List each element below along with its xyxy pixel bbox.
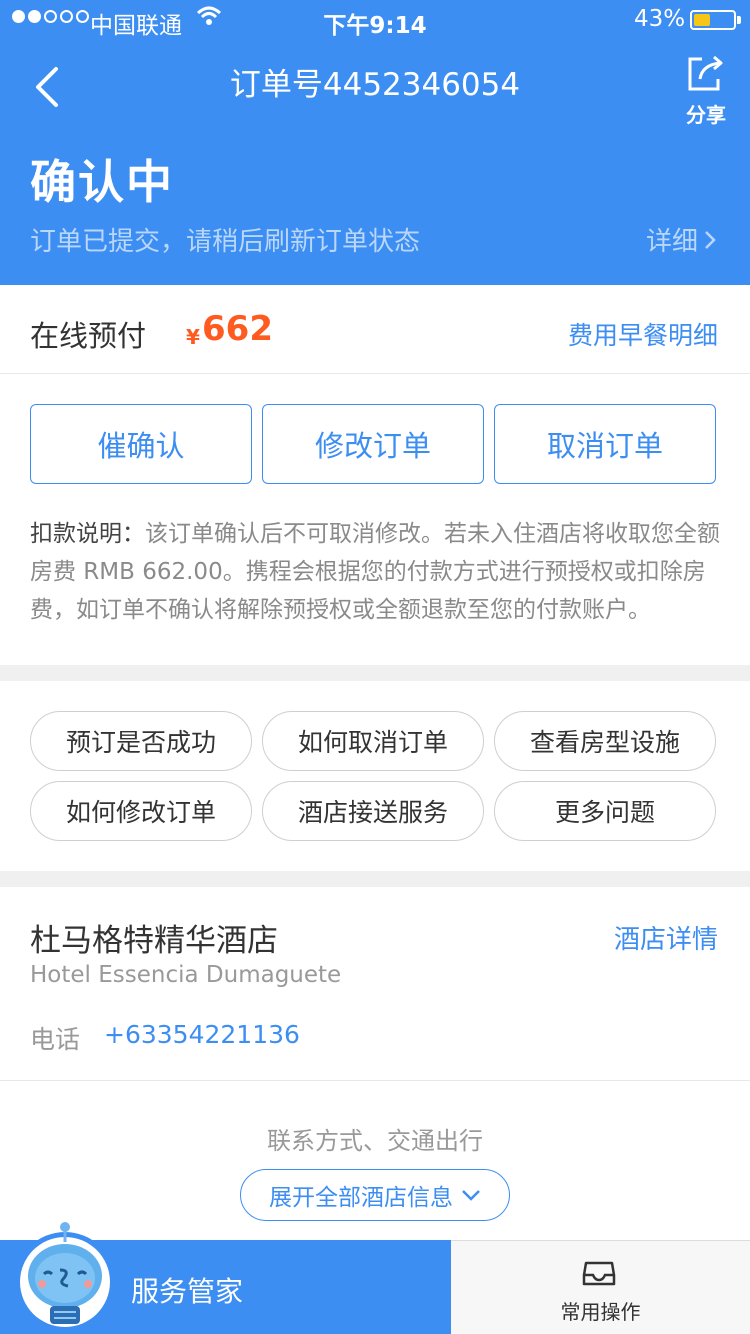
battery-percent: 43% — [634, 6, 686, 32]
hotel-card: 杜马格特精华酒店 酒店详情 Hotel Essencia Dumaguete 电… — [0, 887, 750, 1247]
share-icon — [688, 55, 723, 91]
order-status-title: 确认中 — [30, 155, 174, 209]
faq-how-to-cancel[interactable]: 如何取消订单 — [262, 711, 484, 771]
payment-label: 在线预付 — [30, 319, 147, 353]
service-assistant-label: 服务管家 — [131, 1275, 244, 1308]
bottom-bar: 服务管家 常用操作 — [0, 1222, 750, 1334]
order-header: 中国联通 下午9:14 43% 订单号4452346054 分享 确认中 订单已… — [0, 0, 750, 285]
common-operations-label: 常用操作 — [560, 1300, 641, 1324]
chevron-down-icon — [462, 1190, 480, 1201]
cancel-order-button[interactable]: 取消订单 — [494, 404, 716, 484]
order-number-title: 订单号4452346054 — [229, 67, 521, 103]
service-assistant-button[interactable]: 服务管家 — [0, 1222, 451, 1334]
status-detail-label: 详细 — [645, 227, 698, 257]
deduction-note: 扣款说明：该订单确认后不可取消修改。若未入住酒店将收取您全额房费 RMB 662… — [30, 515, 724, 629]
status-bar: 中国联通 下午9:14 43% — [0, 0, 750, 40]
inbox-tray-icon — [582, 1261, 616, 1286]
contact-transport-text: 联系方式、交通出行 — [267, 1127, 483, 1155]
currency-symbol: ¥ — [186, 325, 200, 349]
order-detail-page: 中国联通 下午9:14 43% 订单号4452346054 分享 确认中 订单已… — [0, 0, 750, 1334]
robot-avatar-icon — [15, 1222, 115, 1332]
common-operations-button[interactable]: 常用操作 — [451, 1240, 750, 1334]
payment-amount: 662 — [202, 309, 273, 349]
phone-label: 电话 — [30, 1025, 81, 1054]
urge-confirm-button[interactable]: 催确认 — [30, 404, 252, 484]
hotel-phone-link[interactable]: +63354221136 — [104, 1020, 300, 1049]
hotel-name: 杜马格特精华酒店 — [30, 923, 278, 959]
faq-card: 预订是否成功 如何取消订单 查看房型设施 如何修改订单 酒店接送服务 更多问题 — [0, 681, 750, 871]
share-button[interactable]: 分享 — [678, 53, 734, 127]
divider — [0, 1080, 750, 1081]
share-label: 分享 — [686, 103, 726, 127]
faq-booking-success[interactable]: 预订是否成功 — [30, 711, 252, 771]
faq-how-to-modify[interactable]: 如何修改订单 — [30, 781, 252, 841]
order-status-subtitle: 订单已提交，请稍后刷新订单状态 — [30, 227, 421, 257]
modify-order-button[interactable]: 修改订单 — [262, 404, 484, 484]
payment-card: 在线预付 ¥ 662 费用早餐明细 催确认 修改订单 取消订单 扣款说明：该订单… — [0, 285, 750, 665]
hotel-name-english: Hotel Essencia Dumaguete — [30, 962, 342, 988]
fee-breakfast-detail-link[interactable]: 费用早餐明细 — [568, 316, 718, 352]
faq-hotel-shuttle[interactable]: 酒店接送服务 — [262, 781, 484, 841]
battery-icon — [690, 10, 736, 30]
hotel-detail-link[interactable]: 酒店详情 — [614, 919, 718, 956]
faq-room-facilities[interactable]: 查看房型设施 — [494, 711, 716, 771]
expand-hotel-info-button[interactable]: 展开全部酒店信息 — [240, 1169, 510, 1221]
payment-row: 在线预付 ¥ 662 费用早餐明细 — [0, 285, 750, 374]
faq-more-questions[interactable]: 更多问题 — [494, 781, 716, 841]
nav-bar: 订单号4452346054 分享 — [0, 45, 750, 127]
deduction-note-label: 扣款说明： — [30, 521, 145, 547]
chevron-right-icon — [705, 231, 716, 249]
expand-hotel-info-label: 展开全部酒店信息 — [269, 1185, 453, 1211]
